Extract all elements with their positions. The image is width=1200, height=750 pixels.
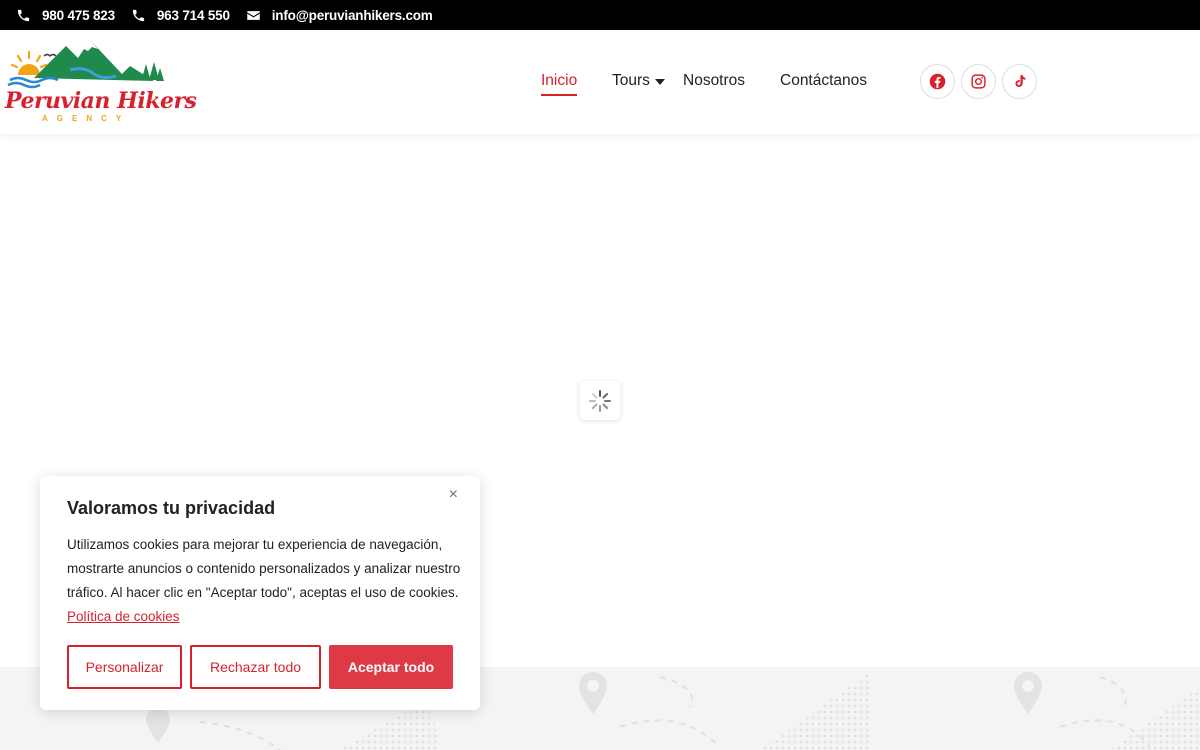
chevron-down-icon[interactable] xyxy=(655,79,665,85)
cookie-body-text: Utilizamos cookies para mejorar tu exper… xyxy=(67,537,461,600)
cookie-title: Valoramos tu privacidad xyxy=(67,498,276,518)
nav-item-nosotros[interactable]: Nosotros xyxy=(683,72,745,90)
email-contact[interactable]: info@peruvianhikers.com xyxy=(246,8,433,23)
reject-all-button[interactable]: Rechazar todo xyxy=(190,645,321,689)
nav-item-tours[interactable]: Tours xyxy=(612,72,650,90)
logo-title: Peruvian Hikers xyxy=(5,88,197,114)
logo-subtitle: AGENCY xyxy=(42,114,131,123)
site-header: Peruvian Hikers AGENCY Inicio Tours Noso… xyxy=(0,30,1200,134)
envelope-icon xyxy=(247,10,260,20)
phone-number-1: 980 475 823 xyxy=(42,7,115,23)
phone-icon xyxy=(132,9,144,21)
phone-number-2: 963 714 550 xyxy=(156,7,230,23)
facebook-icon xyxy=(929,73,946,90)
tiktok-icon xyxy=(1015,75,1026,87)
instagram-button[interactable] xyxy=(961,64,996,99)
instagram-icon xyxy=(971,74,986,89)
phone-icon xyxy=(17,9,30,21)
loading-spinner xyxy=(580,381,620,420)
phone-contact-1[interactable]: 980 475 823 xyxy=(16,8,115,23)
tiktok-button[interactable] xyxy=(1002,64,1037,99)
mountain-sun-icon xyxy=(7,40,164,89)
spinner-icon xyxy=(589,389,611,412)
facebook-button[interactable] xyxy=(920,64,955,99)
cookie-policy-link[interactable]: Política de cookies xyxy=(67,609,180,624)
active-nav-underline xyxy=(541,94,577,96)
accept-all-button[interactable]: Aceptar todo xyxy=(329,645,453,689)
customize-button[interactable]: Personalizar xyxy=(67,645,182,689)
cookie-description: Utilizamos cookies para mejorar tu exper… xyxy=(67,533,462,629)
close-icon[interactable]: × xyxy=(449,486,458,504)
site-logo[interactable]: Peruvian Hikers AGENCY xyxy=(4,36,197,123)
nav-item-inicio[interactable]: Inicio xyxy=(541,72,577,90)
cookie-consent-dialog: × Valoramos tu privacidad Utilizamos coo… xyxy=(40,476,480,710)
nav-item-contactanos[interactable]: Contáctanos xyxy=(780,72,867,90)
phone-contact-2[interactable]: 963 714 550 xyxy=(131,8,230,23)
top-contact-bar: 980 475 823 963 714 550 info@peruvianhik… xyxy=(0,0,1200,30)
email-address: info@peruvianhikers.com xyxy=(271,7,433,23)
